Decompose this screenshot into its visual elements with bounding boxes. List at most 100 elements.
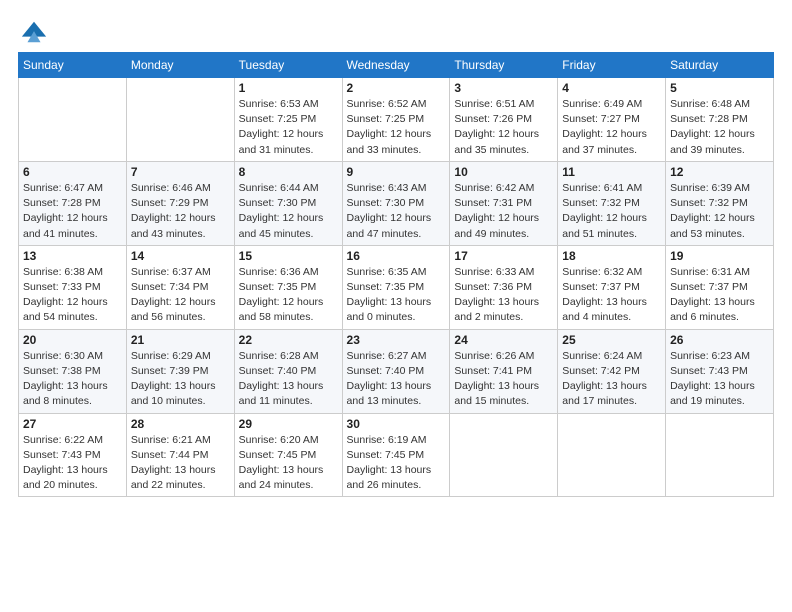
day-info: Sunrise: 6:42 AMSunset: 7:31 PMDaylight:… bbox=[454, 181, 553, 242]
calendar-cell: 15 Sunrise: 6:36 AMSunset: 7:35 PMDayligh… bbox=[234, 245, 342, 329]
day-header-wednesday: Wednesday bbox=[342, 53, 450, 78]
day-number: 11 bbox=[562, 165, 661, 179]
logo bbox=[18, 18, 48, 42]
day-info: Sunrise: 6:38 AMSunset: 7:33 PMDaylight:… bbox=[23, 265, 122, 326]
calendar-cell: 6 Sunrise: 6:47 AMSunset: 7:28 PMDaylight… bbox=[19, 161, 127, 245]
calendar-cell: 24 Sunrise: 6:26 AMSunset: 7:41 PMDayligh… bbox=[450, 329, 558, 413]
calendar-cell: 8 Sunrise: 6:44 AMSunset: 7:30 PMDaylight… bbox=[234, 161, 342, 245]
day-info: Sunrise: 6:36 AMSunset: 7:35 PMDaylight:… bbox=[239, 265, 338, 326]
calendar-cell: 28Sunrise: 6:21 AMSunset: 7:44 PMDayligh… bbox=[126, 413, 234, 497]
day-info: Sunrise: 6:43 AMSunset: 7:30 PMDaylight:… bbox=[347, 181, 446, 242]
day-number: 8 bbox=[239, 165, 338, 179]
day-info: Sunrise: 6:51 AMSunset: 7:26 PMDaylight:… bbox=[454, 97, 553, 158]
calendar-cell bbox=[666, 413, 774, 497]
day-header-sunday: Sunday bbox=[19, 53, 127, 78]
calendar-week-row: 27 Sunrise: 6:22 AMSunset: 7:43 PMDayligh… bbox=[19, 413, 774, 497]
calendar-cell: 29 Sunrise: 6:20 AMSunset: 7:45 PMDayligh… bbox=[234, 413, 342, 497]
day-info: Sunrise: 6:53 AMSunset: 7:25 PMDaylight:… bbox=[239, 97, 338, 158]
day-info: Sunrise: 6:23 AMSunset: 7:43 PMDaylight:… bbox=[670, 349, 769, 410]
day-number: 10 bbox=[454, 165, 553, 179]
day-number: 15 bbox=[239, 249, 338, 263]
day-number: 18 bbox=[562, 249, 661, 263]
day-number: 20 bbox=[23, 333, 122, 347]
day-info: Sunrise: 6:46 AMSunset: 7:29 PMDaylight:… bbox=[131, 181, 230, 242]
day-info: Sunrise: 6:39 AMSunset: 7:32 PMDaylight:… bbox=[670, 181, 769, 242]
calendar-cell bbox=[19, 78, 127, 162]
day-number: 3 bbox=[454, 81, 553, 95]
day-number: 17 bbox=[454, 249, 553, 263]
calendar-cell: 10 Sunrise: 6:42 AMSunset: 7:31 PMDayligh… bbox=[450, 161, 558, 245]
day-number: 16 bbox=[347, 249, 446, 263]
day-info: Sunrise: 6:27 AMSunset: 7:40 PMDaylight:… bbox=[347, 349, 446, 410]
day-number: 19 bbox=[670, 249, 769, 263]
day-info: Sunrise: 6:19 AMSunset: 7:45 PMDaylight:… bbox=[347, 433, 446, 494]
day-info: Sunrise: 6:49 AMSunset: 7:27 PMDaylight:… bbox=[562, 97, 661, 158]
day-number: 21 bbox=[131, 333, 230, 347]
calendar-cell: 13 Sunrise: 6:38 AMSunset: 7:33 PMDayligh… bbox=[19, 245, 127, 329]
day-number: 4 bbox=[562, 81, 661, 95]
calendar-cell: 12Sunrise: 6:39 AMSunset: 7:32 PMDayligh… bbox=[666, 161, 774, 245]
day-number: 9 bbox=[347, 165, 446, 179]
day-number: 30 bbox=[347, 417, 446, 431]
calendar-cell: 14 Sunrise: 6:37 AMSunset: 7:34 PMDayligh… bbox=[126, 245, 234, 329]
day-info: Sunrise: 6:24 AMSunset: 7:42 PMDaylight:… bbox=[562, 349, 661, 410]
calendar-cell: 3 Sunrise: 6:51 AMSunset: 7:26 PMDaylight… bbox=[450, 78, 558, 162]
day-number: 13 bbox=[23, 249, 122, 263]
calendar-week-row: 6 Sunrise: 6:47 AMSunset: 7:28 PMDaylight… bbox=[19, 161, 774, 245]
calendar: SundayMondayTuesdayWednesdayThursdayFrid… bbox=[18, 52, 774, 497]
calendar-week-row: 1 Sunrise: 6:53 AMSunset: 7:25 PMDaylight… bbox=[19, 78, 774, 162]
day-number: 22 bbox=[239, 333, 338, 347]
day-number: 24 bbox=[454, 333, 553, 347]
day-number: 26 bbox=[670, 333, 769, 347]
day-number: 28 bbox=[131, 417, 230, 431]
day-info: Sunrise: 6:44 AMSunset: 7:30 PMDaylight:… bbox=[239, 181, 338, 242]
calendar-cell: 2 Sunrise: 6:52 AMSunset: 7:25 PMDaylight… bbox=[342, 78, 450, 162]
calendar-week-row: 13 Sunrise: 6:38 AMSunset: 7:33 PMDayligh… bbox=[19, 245, 774, 329]
day-info: Sunrise: 6:41 AMSunset: 7:32 PMDaylight:… bbox=[562, 181, 661, 242]
day-info: Sunrise: 6:37 AMSunset: 7:34 PMDaylight:… bbox=[131, 265, 230, 326]
day-info: Sunrise: 6:26 AMSunset: 7:41 PMDaylight:… bbox=[454, 349, 553, 410]
day-info: Sunrise: 6:32 AMSunset: 7:37 PMDaylight:… bbox=[562, 265, 661, 326]
day-info: Sunrise: 6:33 AMSunset: 7:36 PMDaylight:… bbox=[454, 265, 553, 326]
day-info: Sunrise: 6:22 AMSunset: 7:43 PMDaylight:… bbox=[23, 433, 122, 494]
day-number: 1 bbox=[239, 81, 338, 95]
calendar-cell: 23 Sunrise: 6:27 AMSunset: 7:40 PMDayligh… bbox=[342, 329, 450, 413]
calendar-cell: 19Sunrise: 6:31 AMSunset: 7:37 PMDayligh… bbox=[666, 245, 774, 329]
day-info: Sunrise: 6:30 AMSunset: 7:38 PMDaylight:… bbox=[23, 349, 122, 410]
day-header-friday: Friday bbox=[558, 53, 666, 78]
calendar-cell: 27 Sunrise: 6:22 AMSunset: 7:43 PMDayligh… bbox=[19, 413, 127, 497]
day-number: 5 bbox=[670, 81, 769, 95]
day-number: 7 bbox=[131, 165, 230, 179]
logo-icon bbox=[20, 18, 48, 46]
calendar-cell: 21 Sunrise: 6:29 AMSunset: 7:39 PMDayligh… bbox=[126, 329, 234, 413]
calendar-cell: 22Sunrise: 6:28 AMSunset: 7:40 PMDayligh… bbox=[234, 329, 342, 413]
calendar-week-row: 20 Sunrise: 6:30 AMSunset: 7:38 PMDayligh… bbox=[19, 329, 774, 413]
day-number: 27 bbox=[23, 417, 122, 431]
day-number: 6 bbox=[23, 165, 122, 179]
day-info: Sunrise: 6:29 AMSunset: 7:39 PMDaylight:… bbox=[131, 349, 230, 410]
calendar-cell: 26 Sunrise: 6:23 AMSunset: 7:43 PMDayligh… bbox=[666, 329, 774, 413]
day-number: 29 bbox=[239, 417, 338, 431]
calendar-cell bbox=[126, 78, 234, 162]
day-info: Sunrise: 6:35 AMSunset: 7:35 PMDaylight:… bbox=[347, 265, 446, 326]
day-number: 25 bbox=[562, 333, 661, 347]
calendar-cell: 18 Sunrise: 6:32 AMSunset: 7:37 PMDayligh… bbox=[558, 245, 666, 329]
day-info: Sunrise: 6:20 AMSunset: 7:45 PMDaylight:… bbox=[239, 433, 338, 494]
day-number: 14 bbox=[131, 249, 230, 263]
day-info: Sunrise: 6:52 AMSunset: 7:25 PMDaylight:… bbox=[347, 97, 446, 158]
calendar-cell bbox=[558, 413, 666, 497]
day-number: 2 bbox=[347, 81, 446, 95]
calendar-cell: 25 Sunrise: 6:24 AMSunset: 7:42 PMDayligh… bbox=[558, 329, 666, 413]
calendar-header-row: SundayMondayTuesdayWednesdayThursdayFrid… bbox=[19, 53, 774, 78]
calendar-cell bbox=[450, 413, 558, 497]
calendar-cell: 20 Sunrise: 6:30 AMSunset: 7:38 PMDayligh… bbox=[19, 329, 127, 413]
calendar-cell: 11 Sunrise: 6:41 AMSunset: 7:32 PMDayligh… bbox=[558, 161, 666, 245]
day-number: 23 bbox=[347, 333, 446, 347]
day-header-thursday: Thursday bbox=[450, 53, 558, 78]
calendar-cell: 30 Sunrise: 6:19 AMSunset: 7:45 PMDayligh… bbox=[342, 413, 450, 497]
calendar-cell: 4 Sunrise: 6:49 AMSunset: 7:27 PMDaylight… bbox=[558, 78, 666, 162]
calendar-cell: 9 Sunrise: 6:43 AMSunset: 7:30 PMDaylight… bbox=[342, 161, 450, 245]
day-info: Sunrise: 6:47 AMSunset: 7:28 PMDaylight:… bbox=[23, 181, 122, 242]
day-header-tuesday: Tuesday bbox=[234, 53, 342, 78]
day-info: Sunrise: 6:48 AMSunset: 7:28 PMDaylight:… bbox=[670, 97, 769, 158]
